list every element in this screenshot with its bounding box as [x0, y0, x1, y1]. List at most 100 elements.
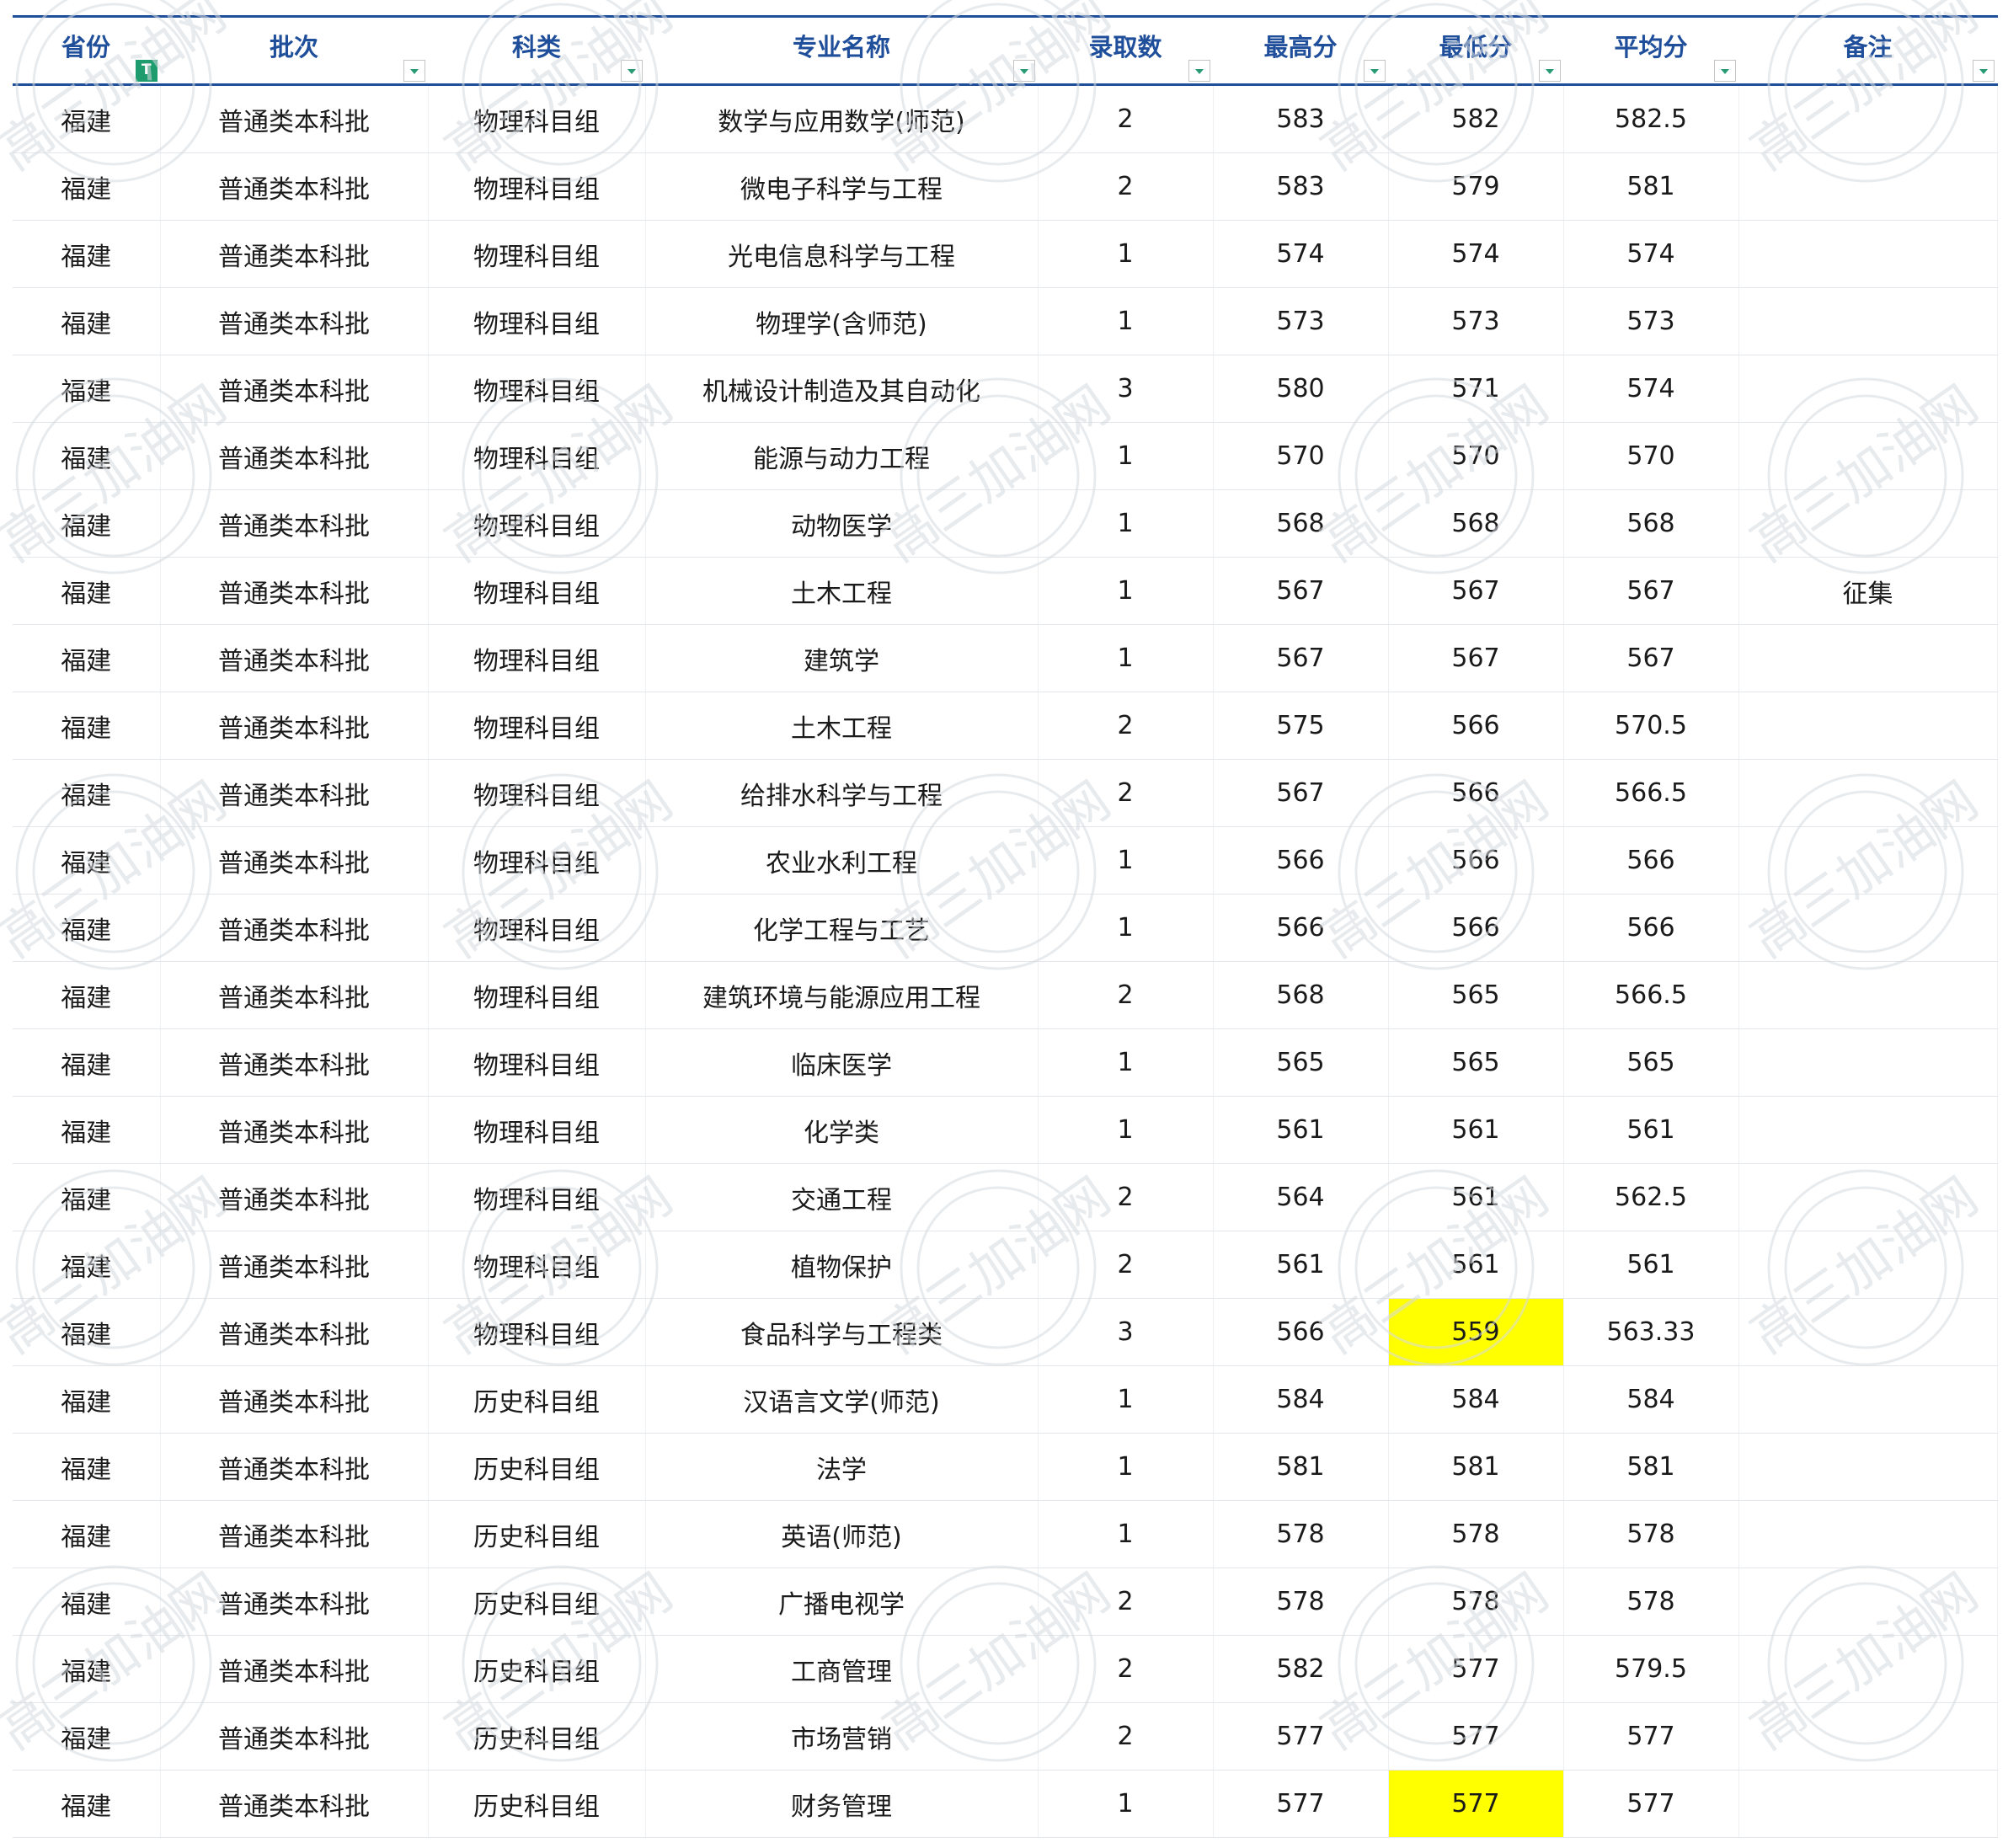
admitted-cell[interactable]: 2: [1038, 152, 1214, 221]
avg-score-cell[interactable]: 574: [1563, 220, 1739, 288]
subject-group-cell[interactable]: 物理科目组: [428, 624, 646, 692]
filter-dropdown-icon[interactable]: [403, 60, 425, 82]
avg-score-cell[interactable]: 579.5: [1563, 1635, 1739, 1703]
province-cell[interactable]: 福建: [13, 1365, 161, 1434]
min-score-cell[interactable]: 561: [1388, 1163, 1564, 1231]
table-row[interactable]: 福建 普通类本科批 物理科目组 临床医学 1 565 565 565: [13, 1028, 1998, 1097]
subject-group-cell[interactable]: 物理科目组: [428, 1028, 646, 1097]
admitted-cell[interactable]: 2: [1038, 1702, 1214, 1771]
min-score-cell[interactable]: 582: [1388, 84, 1564, 153]
major-cell[interactable]: 财务管理: [645, 1770, 1039, 1838]
remark-cell[interactable]: [1738, 287, 1998, 355]
avg-score-cell[interactable]: 570: [1563, 422, 1739, 490]
batch-cell[interactable]: 普通类本科批: [160, 84, 429, 153]
province-cell[interactable]: 福建: [13, 826, 161, 895]
avg-score-cell[interactable]: 568: [1563, 489, 1739, 558]
max-score-cell[interactable]: 581: [1213, 1433, 1389, 1501]
admitted-cell[interactable]: 1: [1038, 826, 1214, 895]
major-cell[interactable]: 法学: [645, 1433, 1039, 1501]
batch-cell[interactable]: 普通类本科批: [160, 1500, 429, 1568]
max-score-cell[interactable]: 578: [1213, 1500, 1389, 1568]
batch-cell[interactable]: 普通类本科批: [160, 759, 429, 827]
max-score-cell[interactable]: 583: [1213, 84, 1389, 153]
major-cell[interactable]: 动物医学: [645, 489, 1039, 558]
table-row[interactable]: 福建 普通类本科批 历史科目组 财务管理 1 577 577 577: [13, 1770, 1998, 1838]
remark-cell[interactable]: [1738, 152, 1998, 221]
table-row[interactable]: 福建 普通类本科批 物理科目组 机械设计制造及其自动化 3 580 571 574: [13, 355, 1998, 423]
table-row[interactable]: 福建 普通类本科批 物理科目组 土木工程 1 567 567 567 征集: [13, 557, 1998, 625]
batch-cell[interactable]: 普通类本科批: [160, 1028, 429, 1097]
subject-group-cell[interactable]: 历史科目组: [428, 1433, 646, 1501]
admitted-cell[interactable]: 2: [1038, 759, 1214, 827]
max-score-cell[interactable]: 567: [1213, 624, 1389, 692]
avg-score-cell[interactable]: 582.5: [1563, 84, 1739, 153]
batch-cell[interactable]: 普通类本科批: [160, 1298, 429, 1366]
remark-cell[interactable]: [1738, 489, 1998, 558]
min-score-cell[interactable]: 581: [1388, 1433, 1564, 1501]
admitted-cell[interactable]: 2: [1038, 692, 1214, 760]
avg-score-cell[interactable]: 581: [1563, 152, 1739, 221]
batch-cell[interactable]: 普通类本科批: [160, 1433, 429, 1501]
major-cell[interactable]: 化学类: [645, 1096, 1039, 1164]
table-row[interactable]: 福建 普通类本科批 历史科目组 市场营销 2 577 577 577: [13, 1702, 1998, 1771]
min-score-cell[interactable]: 574: [1388, 220, 1564, 288]
subject-group-cell[interactable]: 物理科目组: [428, 557, 646, 625]
table-row[interactable]: 福建 普通类本科批 物理科目组 给排水科学与工程 2 567 566 566.5: [13, 759, 1998, 827]
remark-cell[interactable]: [1738, 1770, 1998, 1838]
batch-cell[interactable]: 普通类本科批: [160, 220, 429, 288]
min-score-cell[interactable]: 577: [1388, 1702, 1564, 1771]
remark-cell[interactable]: [1738, 826, 1998, 895]
remark-cell[interactable]: [1738, 1163, 1998, 1231]
min-score-cell[interactable]: 561: [1388, 1231, 1564, 1299]
table-row[interactable]: 福建 普通类本科批 物理科目组 能源与动力工程 1 570 570 570: [13, 422, 1998, 490]
major-cell[interactable]: 食品科学与工程类: [645, 1298, 1039, 1366]
admitted-cell[interactable]: 3: [1038, 1298, 1214, 1366]
major-cell[interactable]: 英语(师范): [645, 1500, 1039, 1568]
batch-cell[interactable]: 普通类本科批: [160, 1231, 429, 1299]
min-score-cell[interactable]: 577: [1388, 1635, 1564, 1703]
province-cell[interactable]: 福建: [13, 692, 161, 760]
major-cell[interactable]: 数学与应用数学(师范): [645, 84, 1039, 153]
filter-dropdown-icon[interactable]: [1539, 60, 1561, 82]
batch-cell[interactable]: 普通类本科批: [160, 1568, 429, 1636]
batch-cell[interactable]: 普通类本科批: [160, 1365, 429, 1434]
remark-cell[interactable]: [1738, 422, 1998, 490]
avg-score-cell[interactable]: 581: [1563, 1433, 1739, 1501]
major-cell[interactable]: 土木工程: [645, 557, 1039, 625]
major-cell[interactable]: 工商管理: [645, 1635, 1039, 1703]
batch-cell[interactable]: 普通类本科批: [160, 894, 429, 962]
avg-score-cell[interactable]: 567: [1563, 557, 1739, 625]
remark-cell[interactable]: [1738, 1028, 1998, 1097]
max-score-cell[interactable]: 573: [1213, 287, 1389, 355]
max-score-cell[interactable]: 583: [1213, 152, 1389, 221]
admitted-cell[interactable]: 2: [1038, 1568, 1214, 1636]
admitted-cell[interactable]: 1: [1038, 557, 1214, 625]
filter-dropdown-icon[interactable]: [1364, 60, 1386, 82]
max-score-cell[interactable]: 564: [1213, 1163, 1389, 1231]
max-score-cell[interactable]: 561: [1213, 1096, 1389, 1164]
avg-score-cell[interactable]: 566: [1563, 894, 1739, 962]
province-cell[interactable]: 福建: [13, 1028, 161, 1097]
min-score-cell[interactable]: 584: [1388, 1365, 1564, 1434]
min-score-cell[interactable]: 570: [1388, 422, 1564, 490]
filter-dropdown-icon[interactable]: [1188, 60, 1210, 82]
subject-group-cell[interactable]: 物理科目组: [428, 894, 646, 962]
min-score-cell[interactable]: 566: [1388, 759, 1564, 827]
province-cell[interactable]: 福建: [13, 1433, 161, 1501]
province-cell[interactable]: 福建: [13, 557, 161, 625]
major-cell[interactable]: 建筑学: [645, 624, 1039, 692]
admitted-cell[interactable]: 2: [1038, 961, 1214, 1029]
max-score-cell[interactable]: 582: [1213, 1635, 1389, 1703]
remark-cell[interactable]: [1738, 692, 1998, 760]
subject-group-cell[interactable]: 物理科目组: [428, 220, 646, 288]
province-cell[interactable]: 福建: [13, 355, 161, 423]
filter-dropdown-icon[interactable]: [1013, 60, 1035, 82]
min-score-cell[interactable]: 578: [1388, 1500, 1564, 1568]
avg-score-cell[interactable]: 577: [1563, 1770, 1739, 1838]
admitted-cell[interactable]: 1: [1038, 287, 1214, 355]
table-row[interactable]: 福建 普通类本科批 历史科目组 法学 1 581 581 581: [13, 1433, 1998, 1501]
table-row[interactable]: 福建 普通类本科批 物理科目组 物理学(含师范) 1 573 573 573: [13, 287, 1998, 355]
min-score-cell[interactable]: 561: [1388, 1096, 1564, 1164]
batch-cell[interactable]: 普通类本科批: [160, 422, 429, 490]
max-score-cell[interactable]: 565: [1213, 1028, 1389, 1097]
